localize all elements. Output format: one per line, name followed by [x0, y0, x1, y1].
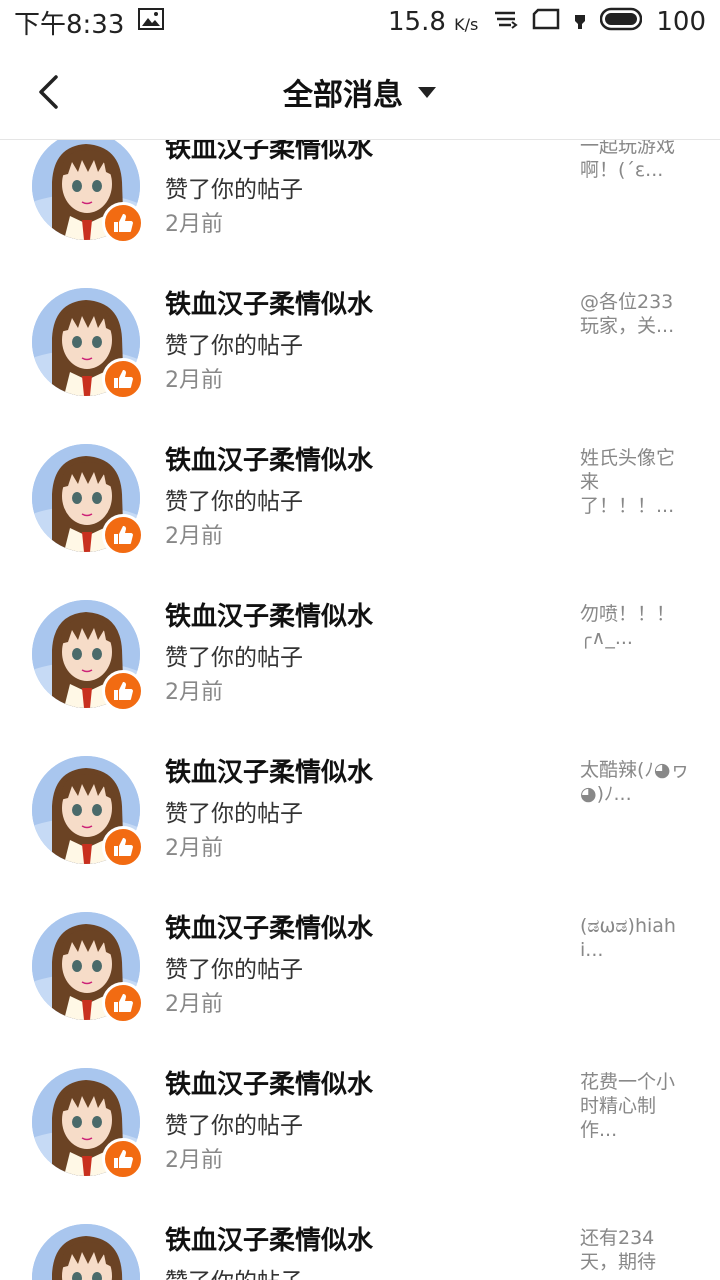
thumbs-up-icon [114, 526, 133, 544]
message-time: 2月前 [165, 1148, 223, 1173]
message-item[interactable]: 铁血汉子柔情似水 赞了你的帖子 2月前 还有234天，期待一... [0, 1176, 720, 1280]
like-badge [102, 514, 144, 556]
sender-name[interactable]: 铁血汉子柔情似水 [165, 596, 373, 633]
message-filter-dropdown[interactable]: 全部消息 [283, 70, 437, 114]
thumbs-up-icon [114, 994, 133, 1012]
message-item[interactable]: 铁血汉子柔情似水 赞了你的帖子 2月前 姓氏头像它来了！！！... [0, 396, 720, 556]
sync-icon [492, 7, 519, 37]
post-preview[interactable]: @各位233玩家，关... [580, 290, 690, 338]
message-action: 赞了你的帖子 [165, 489, 303, 515]
clock-time: 下午8:33 [14, 9, 125, 40]
message-action: 赞了你的帖子 [165, 1262, 303, 1280]
message-item[interactable]: 铁血汉子柔情似水 赞了你的帖子 2月前 太酷辣(ﾉ◕ヮ◕)ﾉ... [0, 708, 720, 868]
charging-icon [574, 7, 586, 37]
like-badge [102, 1138, 144, 1180]
page-header: 全部消息 [0, 44, 720, 140]
sender-name[interactable]: 铁血汉子柔情似水 [165, 1064, 373, 1101]
message-action: 赞了你的帖子 [165, 1113, 303, 1139]
sender-name[interactable]: 铁血汉子柔情似水 [165, 284, 373, 321]
girl-avatar-image [32, 1224, 140, 1280]
battery-level: 100 [656, 7, 706, 37]
sender-name[interactable]: 铁血汉子柔情似水 [165, 140, 373, 165]
post-preview[interactable]: 太酷辣(ﾉ◕ヮ◕)ﾉ... [580, 758, 690, 806]
message-action: 赞了你的帖子 [165, 645, 303, 671]
battery-icon [600, 7, 643, 38]
like-badge [102, 826, 144, 868]
sender-name[interactable]: 铁血汉子柔情似水 [165, 1220, 373, 1257]
message-item[interactable]: 铁血汉子柔情似水 赞了你的帖子 2月前 一起玩游戏啊！(´ε... [0, 140, 720, 244]
sender-name[interactable]: 铁血汉子柔情似水 [165, 440, 373, 477]
message-action: 赞了你的帖子 [165, 333, 303, 359]
network-speed: 15.8 K/s [388, 7, 478, 37]
network-speed-unit: K/s [454, 15, 479, 34]
message-time: 2月前 [165, 836, 223, 861]
message-list: 铁血汉子柔情似水 赞了你的帖子 2月前 一起玩游戏啊！(´ε... 铁血汉子柔情… [0, 140, 720, 1280]
message-item[interactable]: 铁血汉子柔情似水 赞了你的帖子 2月前 花费一个小时精心制作... [0, 1020, 720, 1180]
thumbs-up-icon [114, 838, 133, 856]
message-time: 2月前 [165, 524, 223, 549]
sender-name[interactable]: 铁血汉子柔情似水 [165, 752, 373, 789]
dropdown-triangle-icon [418, 86, 436, 98]
post-preview[interactable]: 姓氏头像它来了！！！... [580, 446, 690, 518]
message-item[interactable]: 铁血汉子柔情似水 赞了你的帖子 2月前 @各位233玩家，关... [0, 240, 720, 400]
back-button[interactable] [28, 72, 68, 112]
message-item[interactable]: 铁血汉子柔情似水 赞了你的帖子 2月前 (ಡωಡ)hiahi... [0, 864, 720, 1024]
message-list-viewport[interactable]: 铁血汉子柔情似水 赞了你的帖子 2月前 一起玩游戏啊！(´ε... 铁血汉子柔情… [0, 140, 720, 1280]
message-item[interactable]: 铁血汉子柔情似水 赞了你的帖子 2月前 勿喷！！！ ╭∧_... [0, 552, 720, 712]
sim-card-icon [532, 7, 560, 37]
like-badge [102, 670, 144, 712]
thumbs-up-icon [114, 214, 133, 232]
message-action: 赞了你的帖子 [165, 177, 303, 203]
message-time: 2月前 [165, 368, 223, 393]
thumbs-up-icon [114, 1150, 133, 1168]
post-preview[interactable]: 一起玩游戏啊！(´ε... [580, 140, 690, 182]
message-action: 赞了你的帖子 [165, 957, 303, 983]
message-time: 2月前 [165, 680, 223, 705]
like-badge [102, 202, 144, 244]
back-arrow-icon [39, 75, 58, 109]
post-preview[interactable]: 花费一个小时精心制作... [580, 1070, 690, 1142]
status-bar-left: 下午8:33 [14, 4, 165, 41]
like-badge [102, 982, 144, 1024]
page-title: 全部消息 [283, 77, 403, 113]
avatar[interactable] [32, 1224, 140, 1280]
sender-name[interactable]: 铁血汉子柔情似水 [165, 908, 373, 945]
thumbs-up-icon [114, 682, 133, 700]
status-bar-right: 15.8 K/s 100 [388, 7, 706, 38]
network-speed-value: 15.8 [387, 7, 446, 37]
post-preview[interactable]: 还有234天，期待一... [580, 1226, 690, 1280]
status-bar: 下午8:33 15.8 K/s 100 [0, 0, 720, 44]
like-badge [102, 358, 144, 400]
post-preview[interactable]: 勿喷！！！ ╭∧_... [580, 602, 690, 650]
post-preview[interactable]: (ಡωಡ)hiahi... [580, 914, 690, 962]
image-icon [138, 7, 165, 37]
message-time: 2月前 [165, 992, 223, 1017]
thumbs-up-icon [114, 370, 133, 388]
message-action: 赞了你的帖子 [165, 801, 303, 827]
message-time: 2月前 [165, 212, 223, 237]
